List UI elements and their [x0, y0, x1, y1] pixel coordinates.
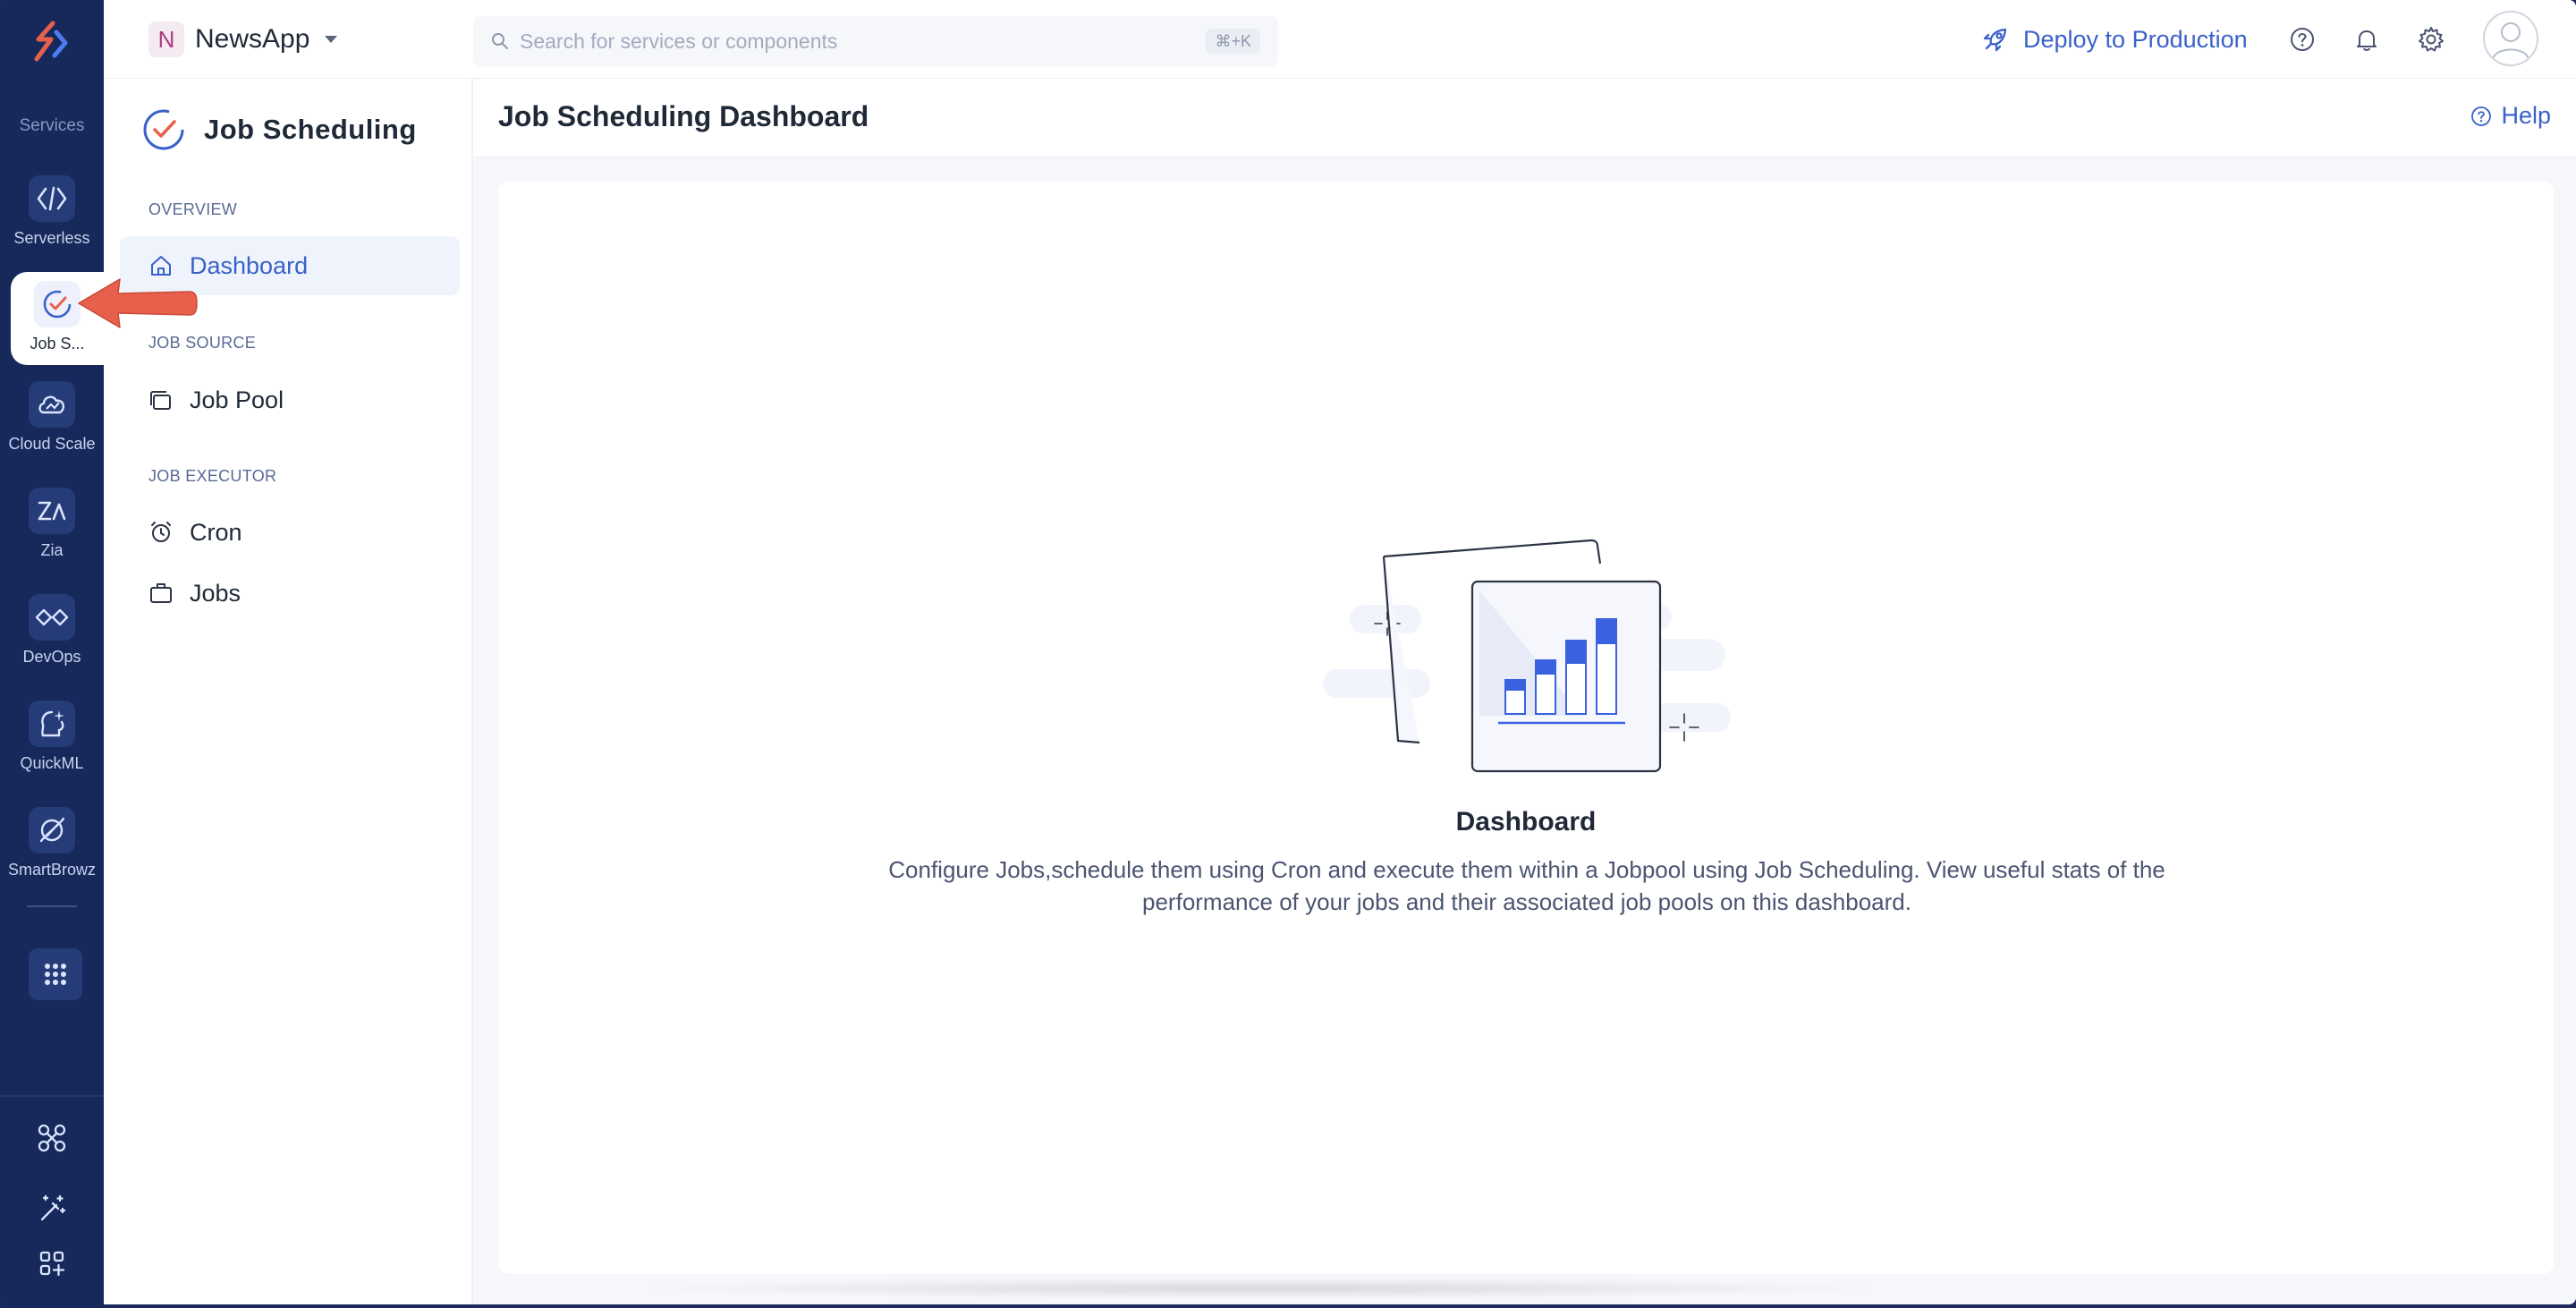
services-heading: Services	[19, 116, 85, 135]
project-switcher[interactable]: N NewsApp	[148, 20, 338, 59]
rail-item-serverless[interactable]: Serverless	[0, 175, 104, 268]
bell-icon[interactable]	[2351, 23, 2383, 55]
add-widget-icon[interactable]	[32, 1244, 72, 1283]
zia-icon	[29, 488, 75, 534]
search-shortcut-hint: ⌘+K	[1206, 29, 1260, 54]
search-input[interactable]	[520, 29, 1199, 54]
rail-item-zia[interactable]: Zia	[0, 488, 104, 581]
service-rail: Services Serverless Job S... Cloud Scale…	[0, 0, 104, 1308]
job-pool-icon	[150, 391, 171, 410]
help-circle-icon	[2471, 106, 2492, 126]
rail-divider	[27, 905, 77, 907]
sidebar-item-label: Dashboard	[190, 251, 309, 279]
rail-item-label: QuickML	[20, 754, 84, 772]
page-header: Job Scheduling Dashboard Help	[473, 79, 2576, 157]
rail-item-cloud-scale[interactable]: Cloud Scale	[0, 381, 104, 474]
integrations-icon[interactable]	[32, 1118, 72, 1158]
grid-icon	[45, 964, 66, 985]
dashboard-empty-state-card: Dashboard Configure Jobs,schedule them u…	[498, 181, 2554, 1274]
page-title: Job Scheduling Dashboard	[498, 100, 869, 132]
section-overview: OVERVIEW	[148, 200, 238, 218]
rail-item-label: SmartBrowz	[7, 861, 96, 879]
catalyst-logo-icon[interactable]	[30, 20, 74, 66]
help-label: Help	[2501, 102, 2551, 129]
app-window: N NewsApp ⌘+K Deploy to Production	[104, 0, 2576, 1304]
help-link[interactable]: Help	[2470, 102, 2551, 130]
magic-wand-icon[interactable]	[32, 1188, 72, 1227]
rail-item-smartbrowz[interactable]: SmartBrowz	[0, 807, 104, 900]
rail-item-label: Job S...	[30, 335, 85, 352]
cloud-scale-icon	[29, 381, 75, 428]
rail-item-label: Zia	[40, 541, 64, 559]
section-job-executor: JOB EXECUTOR	[148, 467, 277, 485]
global-search[interactable]: ⌘+K	[473, 16, 1278, 66]
alarm-clock-icon	[151, 522, 171, 542]
sidebar-item-job-pool[interactable]: Job Pool	[120, 370, 460, 429]
briefcase-icon	[150, 583, 172, 603]
main-content: Job Scheduling Dashboard Help Dashboard …	[473, 79, 2576, 1304]
rail-item-label: Cloud Scale	[8, 435, 96, 453]
search-icon	[492, 33, 508, 49]
annotation-arrow-icon	[78, 278, 198, 328]
settings-gear-icon[interactable]	[2415, 23, 2447, 55]
rail-bottom-divider	[0, 1095, 104, 1097]
rail-item-label: DevOps	[22, 648, 81, 666]
section-job-source: JOB SOURCE	[148, 334, 257, 352]
sidebar-item-label: Cron	[190, 518, 242, 546]
job-scheduling-icon	[143, 109, 184, 150]
rail-item-label: Serverless	[13, 229, 90, 247]
all-services-grid-button[interactable]	[29, 948, 82, 1000]
quickml-icon	[29, 701, 75, 747]
user-avatar[interactable]	[2483, 11, 2538, 66]
rocket-icon	[1983, 28, 2007, 52]
service-sidebar: Job Scheduling OVERVIEW Dashboard JOB SO…	[104, 79, 473, 1304]
sidebar-item-cron[interactable]: Cron	[120, 503, 460, 562]
help-circle-icon[interactable]	[2286, 23, 2318, 55]
sidebar-header: Job Scheduling	[141, 107, 417, 152]
rail-item-quickml[interactable]: QuickML	[0, 701, 104, 794]
bottom-shadow	[634, 1278, 1886, 1299]
serverless-icon	[29, 175, 75, 222]
rail-item-devops[interactable]: DevOps	[0, 594, 104, 687]
sidebar-item-label: Job Pool	[190, 386, 284, 413]
sidebar-item-jobs[interactable]: Jobs	[120, 564, 460, 623]
caret-down-icon	[325, 36, 338, 43]
top-bar: N NewsApp ⌘+K Deploy to Production	[104, 0, 2576, 79]
project-avatar: N	[148, 21, 184, 57]
project-name: NewsApp	[195, 24, 310, 54]
dashboard-illustration	[1323, 539, 1731, 773]
sidebar-item-label: Jobs	[190, 579, 242, 607]
devops-icon	[29, 594, 75, 641]
deploy-to-production-button[interactable]: Deploy to Production	[1982, 20, 2248, 59]
sidebar-title: Job Scheduling	[204, 114, 417, 145]
deploy-label: Deploy to Production	[2023, 25, 2248, 53]
smartbrowz-icon	[29, 807, 75, 854]
empty-state-description: Configure Jobs,schedule them using Cron …	[888, 856, 2165, 915]
empty-state-title: Dashboard	[1455, 807, 1597, 837]
